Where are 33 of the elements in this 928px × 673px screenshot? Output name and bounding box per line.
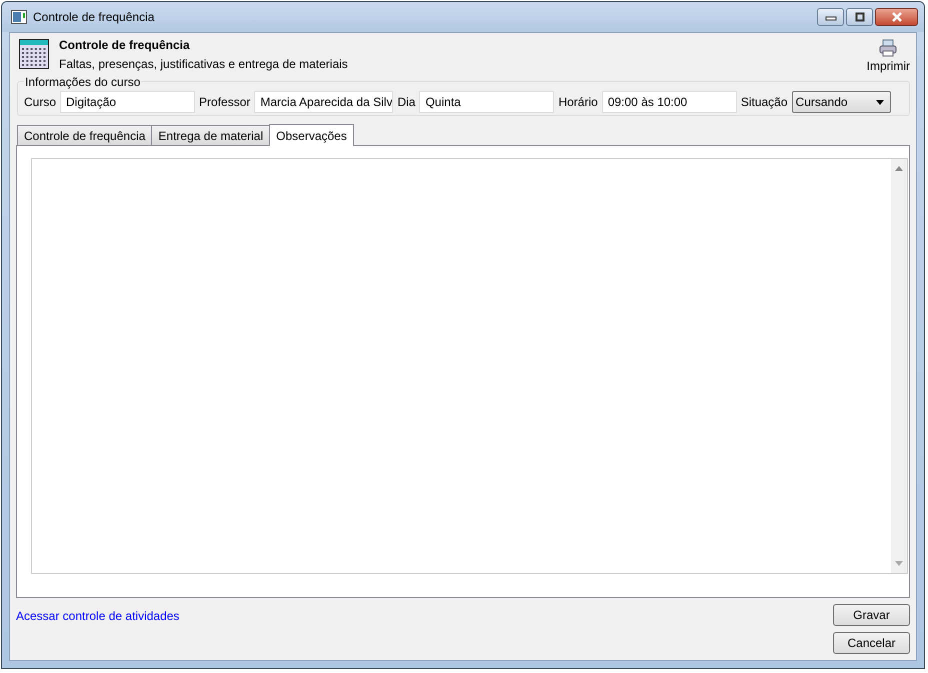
scroll-down-icon[interactable] xyxy=(895,561,903,566)
close-button[interactable] xyxy=(875,8,918,26)
text-field[interactable]: Digitação xyxy=(60,91,196,113)
calendar-icon xyxy=(19,39,49,69)
tab[interactable]: Observações xyxy=(269,124,354,146)
tab[interactable]: Entrega de material xyxy=(151,125,270,145)
minimize-button[interactable] xyxy=(817,8,844,26)
scroll-up-icon[interactable] xyxy=(895,166,903,171)
activities-link[interactable]: Acessar controle de atividades xyxy=(16,609,180,623)
printer-icon xyxy=(879,39,898,57)
field-label: Curso xyxy=(24,95,56,109)
field-label: Horário xyxy=(558,95,598,109)
header-subtitle: Faltas, presenças, justificativas e entrega de materiais xyxy=(59,57,348,71)
maximize-icon xyxy=(854,12,866,22)
text-field[interactable]: Quinta xyxy=(419,91,554,113)
window-icon xyxy=(11,10,27,24)
field-label: Situação xyxy=(740,95,788,109)
status-dropdown[interactable]: Cursando xyxy=(792,91,891,113)
save-button[interactable]: Gravar xyxy=(833,604,910,626)
caret-icon xyxy=(876,100,884,104)
print-button[interactable]: Imprimir xyxy=(866,39,910,73)
maximize-button[interactable] xyxy=(846,8,873,26)
text-field[interactable]: Marcia Aparecida da Silv xyxy=(254,91,394,113)
text-field[interactable]: 09:00 às 10:00 xyxy=(602,91,737,113)
scrollbar[interactable] xyxy=(891,159,907,573)
tab[interactable]: Controle de frequência xyxy=(17,125,152,145)
window-title: Controle de frequência xyxy=(33,10,154,24)
group-legend: Informações do curso xyxy=(24,75,142,89)
field-label: Professor xyxy=(199,95,250,109)
close-icon xyxy=(890,12,902,22)
header-title: Controle de frequência xyxy=(59,38,191,52)
field-label: Dia xyxy=(397,95,416,109)
cancel-button[interactable]: Cancelar xyxy=(833,632,910,654)
